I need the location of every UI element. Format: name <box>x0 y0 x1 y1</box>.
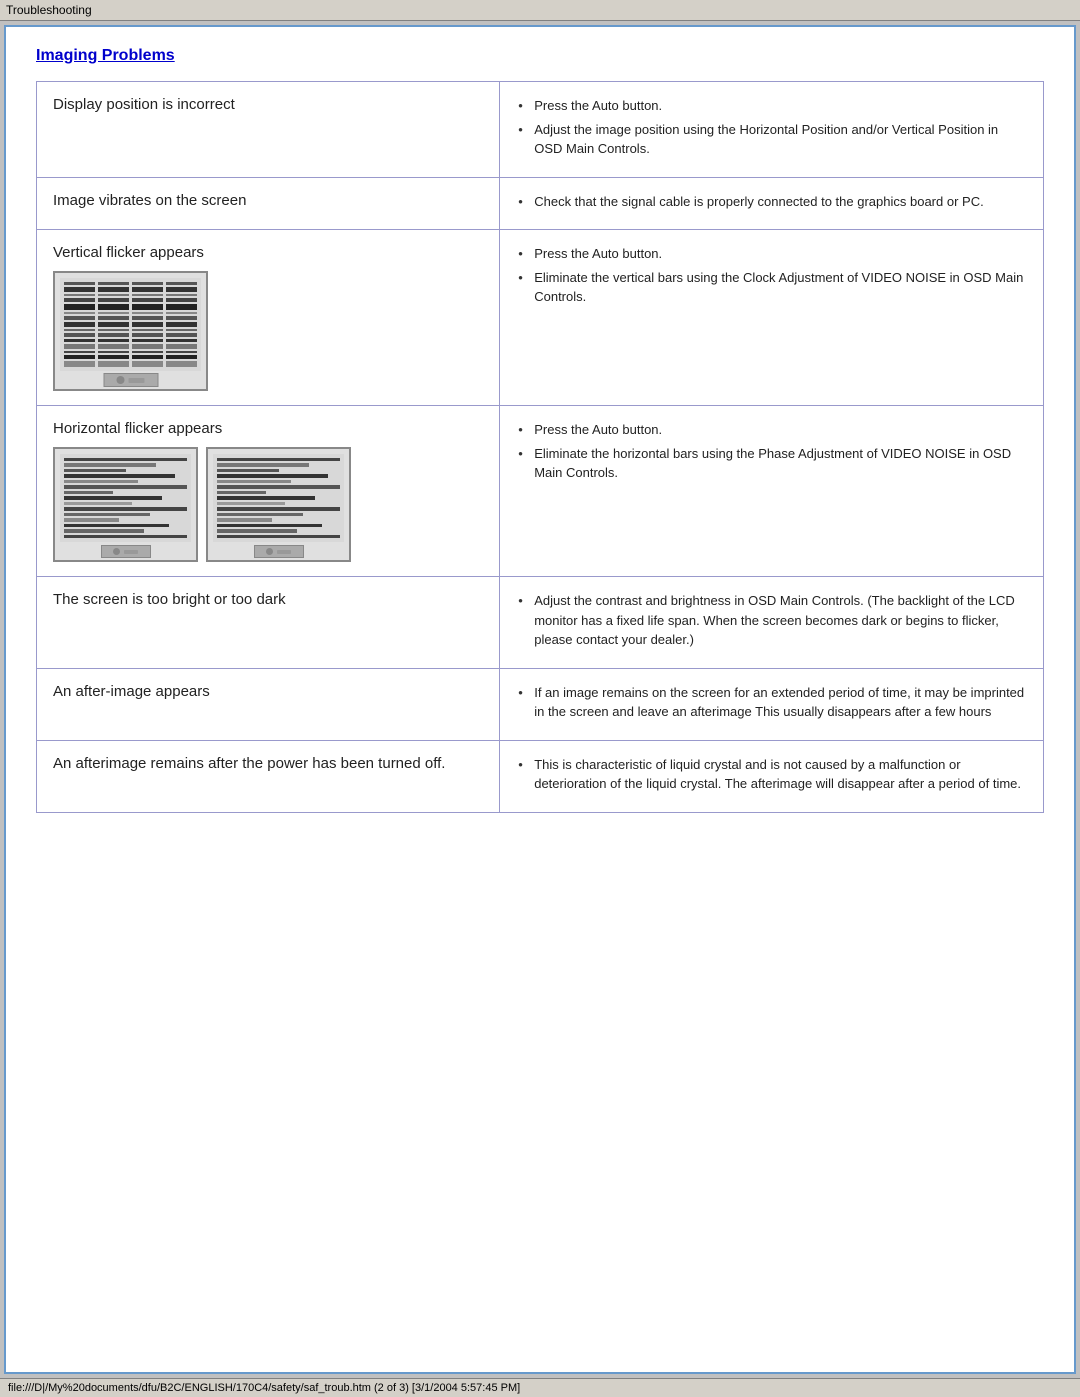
solution-item: If an image remains on the screen for an… <box>516 683 1027 722</box>
solution-cell: Press the Auto button. Adjust the image p… <box>500 82 1044 178</box>
solution-item: Adjust the image position using the Hori… <box>516 120 1027 159</box>
solution-item: This is characteristic of liquid crystal… <box>516 755 1027 794</box>
problem-cell: The screen is too bright or too dark <box>37 577 500 669</box>
monitor-frame <box>206 447 351 562</box>
monitor-image-container <box>53 447 483 562</box>
table-row: An afterimage remains after the power ha… <box>37 740 1044 812</box>
problem-cell: Vertical flicker appears <box>37 230 500 406</box>
monitor-frame <box>53 271 208 391</box>
problem-cell: An after-image appears <box>37 668 500 740</box>
table-row: Vertical flicker appears Press the Auto b… <box>37 230 1044 406</box>
status-bar-text: file:///D|/My%20documents/dfu/B2C/ENGLIS… <box>8 1382 520 1394</box>
monitor-wrapper <box>206 447 351 562</box>
solution-item: Eliminate the vertical bars using the Cl… <box>516 268 1027 307</box>
solution-item: Check that the signal cable is properly … <box>516 192 1027 212</box>
monitor-wrapper <box>53 271 208 391</box>
solution-item: Press the Auto button. <box>516 420 1027 440</box>
problem-text: Display position is incorrect <box>53 96 235 113</box>
solution-item: Eliminate the horizontal bars using the … <box>516 444 1027 483</box>
monitor-image-container <box>53 271 483 391</box>
title-bar: Troubleshooting <box>0 0 1080 21</box>
problem-text: Image vibrates on the screen <box>53 192 246 209</box>
solution-cell: Check that the signal cable is properly … <box>500 177 1044 230</box>
monitor-wrapper <box>53 447 198 562</box>
table-row: Display position is incorrect Press the A… <box>37 82 1044 178</box>
table-row: Image vibrates on the screen Check that t… <box>37 177 1044 230</box>
problem-cell: Display position is incorrect <box>37 82 500 178</box>
problems-table: Display position is incorrect Press the A… <box>36 81 1044 813</box>
table-row: An after-image appears If an image remain… <box>37 668 1044 740</box>
problem-text: An after-image appears <box>53 683 210 700</box>
problem-text: The screen is too bright or too dark <box>53 591 286 608</box>
problem-text: An afterimage remains after the power ha… <box>53 755 445 772</box>
monitor-frame <box>53 447 198 562</box>
solution-cell: Adjust the contrast and brightness in OS… <box>500 577 1044 669</box>
solution-cell: This is characteristic of liquid crystal… <box>500 740 1044 812</box>
solution-cell: Press the Auto button. Eliminate the vert… <box>500 230 1044 406</box>
table-row: The screen is too bright or too dark Adju… <box>37 577 1044 669</box>
solution-cell: If an image remains on the screen for an… <box>500 668 1044 740</box>
status-bar: file:///D|/My%20documents/dfu/B2C/ENGLIS… <box>0 1378 1080 1397</box>
solution-item: Press the Auto button. <box>516 244 1027 264</box>
solution-item: Adjust the contrast and brightness in OS… <box>516 591 1027 650</box>
solution-item: Press the Auto button. <box>516 96 1027 116</box>
problem-text: Horizontal flicker appears <box>53 420 222 437</box>
page-heading: Imaging Problems <box>36 47 1044 65</box>
title-bar-text: Troubleshooting <box>6 3 92 17</box>
table-row: Horizontal flicker appears Press the Auto… <box>37 406 1044 577</box>
problem-cell: An afterimage remains after the power ha… <box>37 740 500 812</box>
problem-cell: Image vibrates on the screen <box>37 177 500 230</box>
problem-cell: Horizontal flicker appears <box>37 406 500 577</box>
problem-text: Vertical flicker appears <box>53 244 204 261</box>
solution-cell: Press the Auto button. Eliminate the hori… <box>500 406 1044 577</box>
main-content: Imaging Problems Display position is inc… <box>4 25 1076 1374</box>
